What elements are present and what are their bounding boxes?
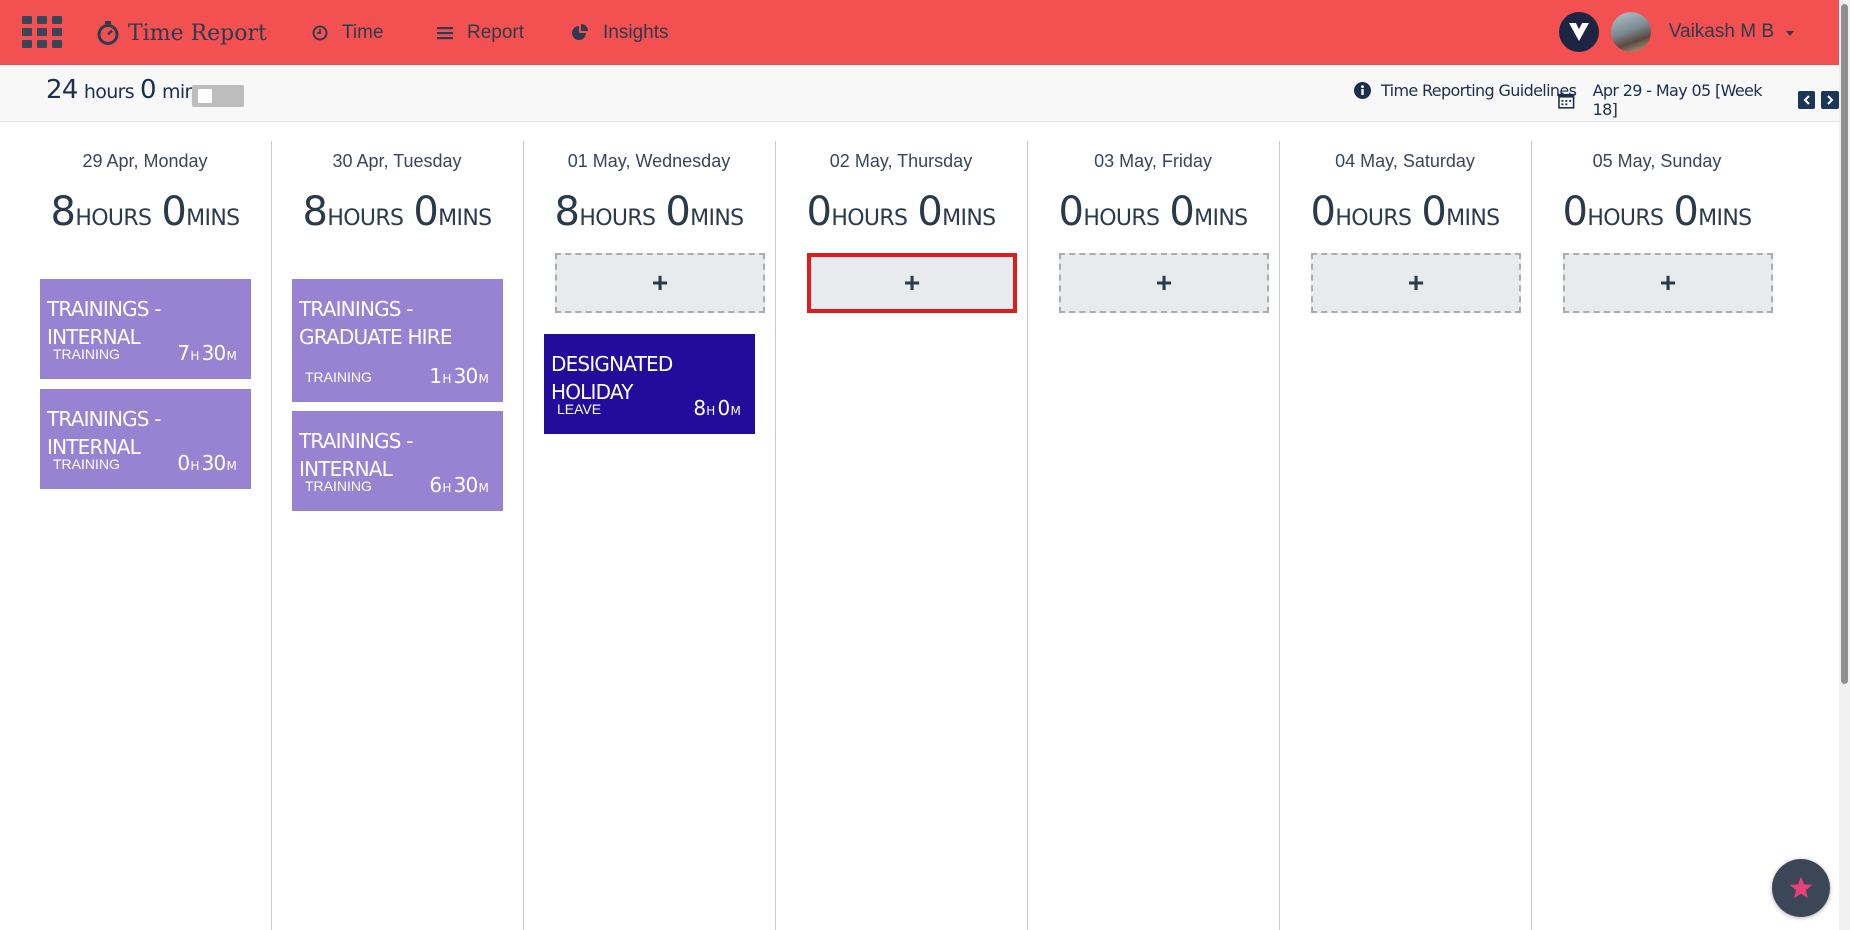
entry-duration: 1H 30M bbox=[429, 364, 488, 388]
scrollbar-thumb[interactable] bbox=[1841, 4, 1848, 684]
chevron-right-icon bbox=[1827, 95, 1834, 105]
week-selector: Apr 29 - May 05 [Week 18] bbox=[1558, 81, 1839, 119]
app-title: Time Report bbox=[128, 20, 267, 46]
next-week-button[interactable] bbox=[1821, 91, 1839, 109]
plus-icon: + bbox=[1407, 267, 1425, 298]
day-column-sunday: 05 May, Sunday 0HOURS 0MINS + bbox=[1531, 141, 1783, 930]
day-column-wednesday: 01 May, Wednesday 8HOURS 0MINS + DESIGNAT… bbox=[523, 141, 775, 930]
total-mins: 0 bbox=[140, 75, 157, 105]
nav-time-label: Time bbox=[342, 22, 384, 43]
day-column-friday: 03 May, Friday 0HOURS 0MINS + bbox=[1027, 141, 1279, 930]
day-title: 04 May, Saturday bbox=[1335, 151, 1475, 171]
entry-duration: 8H 0M bbox=[693, 396, 740, 420]
day-hours: 0HOURS 0MINS bbox=[1562, 189, 1753, 235]
total-hours: 24 bbox=[46, 75, 78, 105]
day-title: 05 May, Sunday bbox=[1592, 151, 1722, 171]
nav-insights-label: Insights bbox=[603, 22, 669, 43]
add-entry-button[interactable]: + bbox=[1563, 253, 1773, 313]
nav-report[interactable]: Report bbox=[437, 17, 524, 49]
time-entry-card[interactable]: TRAININGS - INTERNAL TRAINING 7H 30M bbox=[40, 279, 251, 379]
user-name: Vaikash M B bbox=[1668, 21, 1774, 42]
add-entry-button[interactable]: + bbox=[1311, 253, 1521, 313]
app-brand[interactable]: Time Report bbox=[96, 17, 267, 49]
star-icon bbox=[1789, 876, 1813, 899]
calendar-icon[interactable] bbox=[1558, 92, 1575, 109]
plus-icon: + bbox=[1155, 267, 1173, 298]
day-column-tuesday: 30 Apr, Tuesday 8HOURS 0MINS TRAININGS - … bbox=[271, 141, 523, 930]
day-title: 29 Apr, Monday bbox=[82, 151, 208, 171]
day-hours: 8HOURS 0MINS bbox=[50, 189, 241, 235]
company-logo-icon bbox=[1558, 12, 1599, 52]
entry-duration: 6H 30M bbox=[429, 473, 488, 497]
clock-icon bbox=[312, 25, 328, 41]
view-toggle[interactable] bbox=[192, 85, 244, 107]
add-entry-button[interactable]: + bbox=[807, 253, 1017, 313]
day-hours: 0HOURS 0MINS bbox=[1310, 189, 1501, 235]
day-column-saturday: 04 May, Saturday 0HOURS 0MINS + bbox=[1279, 141, 1531, 930]
week-summary-bar: 24 hours 0 mins Time Reporting Guideline… bbox=[0, 65, 1839, 122]
pie-chart-icon bbox=[572, 24, 588, 40]
entry-title: TRAININGS - GRADUATE HIRE bbox=[299, 297, 453, 349]
day-column-monday: 29 Apr, Monday 8HOURS 0MINS TRAININGS - I… bbox=[19, 141, 271, 930]
list-icon bbox=[437, 27, 453, 40]
user-avatar[interactable] bbox=[1610, 12, 1651, 52]
apps-grid-icon[interactable] bbox=[22, 16, 62, 48]
day-title: 03 May, Friday bbox=[1094, 151, 1212, 171]
week-grid: 29 Apr, Monday 8HOURS 0MINS TRAININGS - I… bbox=[19, 141, 1819, 930]
entry-type: TRAINING bbox=[305, 369, 372, 385]
day-title: 01 May, Wednesday bbox=[567, 151, 731, 171]
chevron-left-icon bbox=[1803, 95, 1810, 105]
guidelines-label: Time Reporting Guidelines bbox=[1381, 81, 1577, 100]
nav-insights[interactable]: Insights bbox=[571, 17, 668, 49]
entry-type: TRAINING bbox=[53, 456, 120, 472]
day-hours: 0HOURS 0MINS bbox=[806, 189, 997, 235]
plus-icon: + bbox=[903, 267, 921, 298]
previous-week-button[interactable] bbox=[1797, 91, 1816, 109]
favorite-fab-button[interactable] bbox=[1772, 859, 1830, 917]
day-column-thursday: 02 May, Thursday 0HOURS 0MINS + bbox=[775, 141, 1027, 930]
day-title: 30 Apr, Tuesday bbox=[332, 151, 462, 171]
day-hours: 0HOURS 0MINS bbox=[1058, 189, 1249, 235]
weekly-total: 24 hours 0 mins bbox=[46, 75, 206, 105]
time-entry-card[interactable]: TRAININGS - GRADUATE HIRE TRAINING 1H 30M bbox=[292, 279, 503, 402]
user-menu[interactable]: Vaikash M B bbox=[1558, 10, 1794, 54]
top-navbar: Time Report Time Report Insights Vaikash… bbox=[0, 0, 1850, 65]
entry-duration: 7H 30M bbox=[177, 341, 236, 365]
day-hours: 8HOURS 0MINS bbox=[554, 189, 745, 235]
entry-type: LEAVE bbox=[557, 401, 602, 417]
entry-type: TRAINING bbox=[53, 346, 120, 362]
entry-duration: 0H 30M bbox=[177, 451, 236, 475]
nav-time[interactable]: Time bbox=[312, 17, 384, 49]
entry-type: TRAINING bbox=[305, 478, 372, 494]
plus-icon: + bbox=[1659, 267, 1677, 298]
time-entry-card[interactable]: TRAININGS - INTERNAL TRAINING 0H 30M bbox=[40, 389, 251, 489]
nav-report-label: Report bbox=[467, 22, 525, 43]
info-icon bbox=[1354, 82, 1371, 99]
add-entry-button[interactable]: + bbox=[555, 253, 765, 313]
total-hours-unit: hours bbox=[83, 81, 135, 103]
week-range-label: Apr 29 - May 05 [Week 18] bbox=[1592, 81, 1763, 119]
plus-icon: + bbox=[651, 267, 669, 298]
day-hours: 8HOURS 0MINS bbox=[302, 189, 493, 235]
day-title: 02 May, Thursday bbox=[829, 151, 973, 171]
time-reporting-guidelines-link[interactable]: Time Reporting Guidelines bbox=[1354, 81, 1577, 100]
time-entry-card[interactable]: TRAININGS - INTERNAL TRAINING 6H 30M bbox=[292, 411, 503, 511]
add-entry-button[interactable]: + bbox=[1059, 253, 1269, 313]
stopwatch-icon bbox=[97, 21, 119, 45]
chevron-down-icon bbox=[1786, 30, 1794, 36]
time-entry-card[interactable]: DESIGNATED HOLIDAY LEAVE 8H 0M bbox=[544, 334, 755, 434]
